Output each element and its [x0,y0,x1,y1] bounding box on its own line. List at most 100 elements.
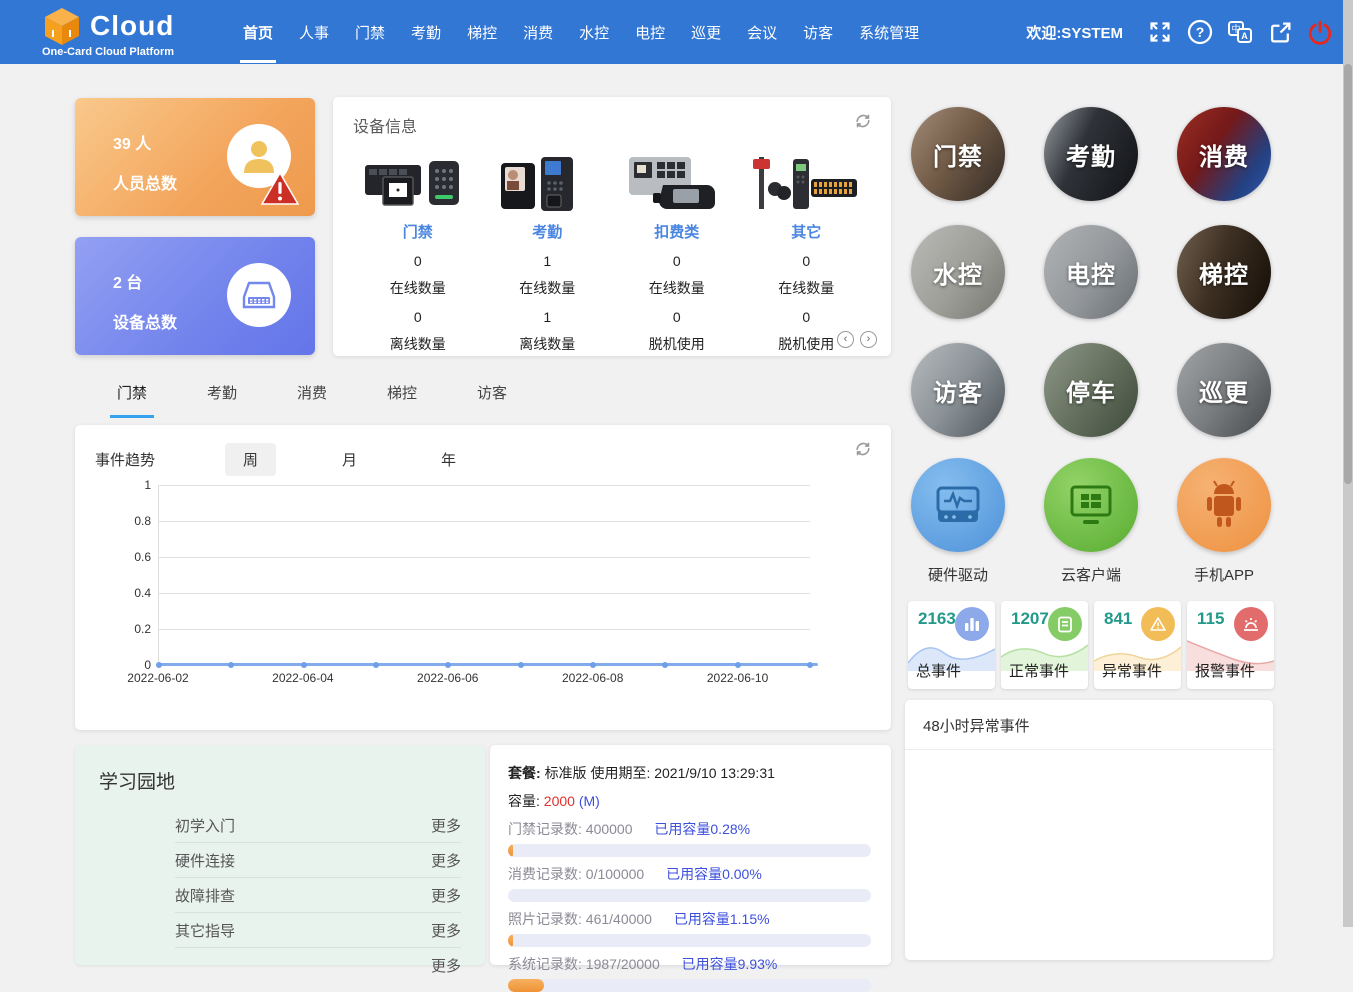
range-month-button[interactable]: 月 [324,443,375,476]
top-navbar: Cloud One-Card Cloud Platform 首页 人事 门禁 考… [0,0,1353,64]
device-category-link[interactable]: 扣费类 [612,221,742,242]
nav-patrol[interactable]: 巡更 [688,2,724,63]
more-link[interactable]: 更多 [431,920,461,941]
nav-meeting[interactable]: 会议 [744,2,780,63]
nav-elevator-control[interactable]: 梯控 [464,2,500,63]
tile-label: 停车 [1066,373,1116,408]
tile-label: 电控 [1066,255,1116,290]
record-value: 0/100000 [586,866,644,882]
tile-label: 水控 [933,255,983,290]
mobile-app-link[interactable]: 手机APP [1177,458,1271,585]
tile-elevator-control[interactable]: 梯控 [1177,225,1271,319]
more-link[interactable]: 更多 [431,885,461,906]
plan-label: 套餐: [508,765,541,781]
y-tick: 0.8 [134,514,151,528]
list-item: 硬件连接 更多 [175,843,461,878]
tab-access-control[interactable]: 门禁 [110,382,154,418]
device-stat-label: 在线数量 [483,278,613,298]
normal-events-card[interactable]: 1207 正常事件 [1001,601,1088,689]
tile-visitor[interactable]: 访客 [911,343,1005,437]
nav-access-control[interactable]: 门禁 [352,2,388,63]
record-used: 已用容量0.00% [666,866,762,882]
device-stat-label: 在线数量 [353,278,483,298]
device-category-link[interactable]: 其它 [742,221,872,242]
tile-label: 消费 [1199,137,1249,172]
capacity-unit: (M) [579,793,600,809]
device-category-link[interactable]: 门禁 [353,221,483,242]
nav-electric-control[interactable]: 电控 [632,2,668,63]
nav-water-control[interactable]: 水控 [576,2,612,63]
y-tick: 0.2 [134,622,151,636]
power-logout-icon[interactable] [1307,19,1333,45]
range-year-button[interactable]: 年 [423,443,474,476]
carousel-prev-icon[interactable]: ‹ [837,331,854,348]
record-row: 门禁记录数: 400000 已用容量0.28% [508,819,871,839]
device-stat-value: 1 [483,253,613,269]
device-icon [227,263,291,327]
open-new-window-icon[interactable] [1267,19,1293,45]
record-label: 门禁记录数: [508,821,582,837]
progress-bar [508,844,871,857]
abnormal-events-card[interactable]: 841 异常事件 [1094,601,1181,689]
more-link[interactable]: 更多 [431,955,461,976]
tile-attendance[interactable]: 考勤 [1044,107,1138,201]
refresh-icon[interactable] [853,439,873,459]
app-link-label: 云客户端 [1044,564,1138,585]
brand-logo[interactable]: Cloud One-Card Cloud Platform [42,6,232,58]
device-stat-value: 0 [353,253,483,269]
stat-value: 2163 [918,609,956,629]
translate-icon[interactable]: 中 A [1227,19,1253,45]
alarm-events-card[interactable]: 115 报警事件 [1187,601,1274,689]
tile-electric-control[interactable]: 电控 [1044,225,1138,319]
record-used: 已用容量0.28% [654,821,750,837]
event-stats-row: 2163 总事件 1207 正常事件 841 异常事件 115 [908,601,1274,689]
device-stat-label: 脱机使用 [612,334,742,354]
learning-item-label: 初学入门 [175,815,235,836]
nav-attendance[interactable]: 考勤 [408,2,444,63]
device-stat-value: 0 [612,253,742,269]
stat-value: 115 [1197,609,1224,629]
tile-parking[interactable]: 停车 [1044,343,1138,437]
fullscreen-icon[interactable] [1147,19,1173,45]
tile-water-control[interactable]: 水控 [911,225,1005,319]
x-tick: 2022-06-10 [707,671,768,685]
nav-system-management[interactable]: 系统管理 [856,2,922,63]
tile-access-control[interactable]: 门禁 [911,107,1005,201]
hardware-driver-link[interactable]: 硬件驱动 [911,458,1005,585]
progress-bar [508,889,871,902]
tile-patrol[interactable]: 巡更 [1177,343,1271,437]
total-events-card[interactable]: 2163 总事件 [908,601,995,689]
tab-visitor[interactable]: 访客 [470,382,514,418]
list-item: 更多 [175,948,461,982]
list-item: 其它指导 更多 [175,913,461,948]
other-device-image [742,151,872,213]
refresh-icon[interactable] [853,111,873,131]
tab-consume[interactable]: 消费 [290,382,334,418]
capacity-value: 2000 [544,793,575,809]
chart-title: 事件趋势 [95,449,155,470]
cloud-client-link[interactable]: 云客户端 [1044,458,1138,585]
cube-logo-icon [42,6,82,46]
warning-triangle-icon [261,172,299,206]
tab-elevator[interactable]: 梯控 [380,382,424,418]
stat-value: 1207 [1011,609,1049,629]
help-icon[interactable]: ? [1187,19,1213,45]
device-stat-label: 离线数量 [483,334,613,354]
more-link[interactable]: 更多 [431,850,461,871]
range-week-button[interactable]: 周 [225,443,276,476]
tile-consume[interactable]: 消费 [1177,107,1271,201]
nav-visitor[interactable]: 访客 [800,2,836,63]
progress-bar [508,934,871,947]
y-tick: 0.4 [134,586,151,600]
device-category-link[interactable]: 考勤 [483,221,613,242]
nav-personnel[interactable]: 人事 [296,2,332,63]
nav-home[interactable]: 首页 [240,2,276,63]
hardware-driver-icon [911,458,1005,552]
more-link[interactable]: 更多 [431,815,461,836]
device-column-attendance: 考勤 1 在线数量 1 离线数量 [483,151,613,354]
nav-consume[interactable]: 消费 [520,2,556,63]
tab-attendance[interactable]: 考勤 [200,382,244,418]
page-scrollbar[interactable] [1343,0,1353,927]
carousel-next-icon[interactable]: › [860,331,877,348]
record-label: 照片记录数: [508,911,582,927]
